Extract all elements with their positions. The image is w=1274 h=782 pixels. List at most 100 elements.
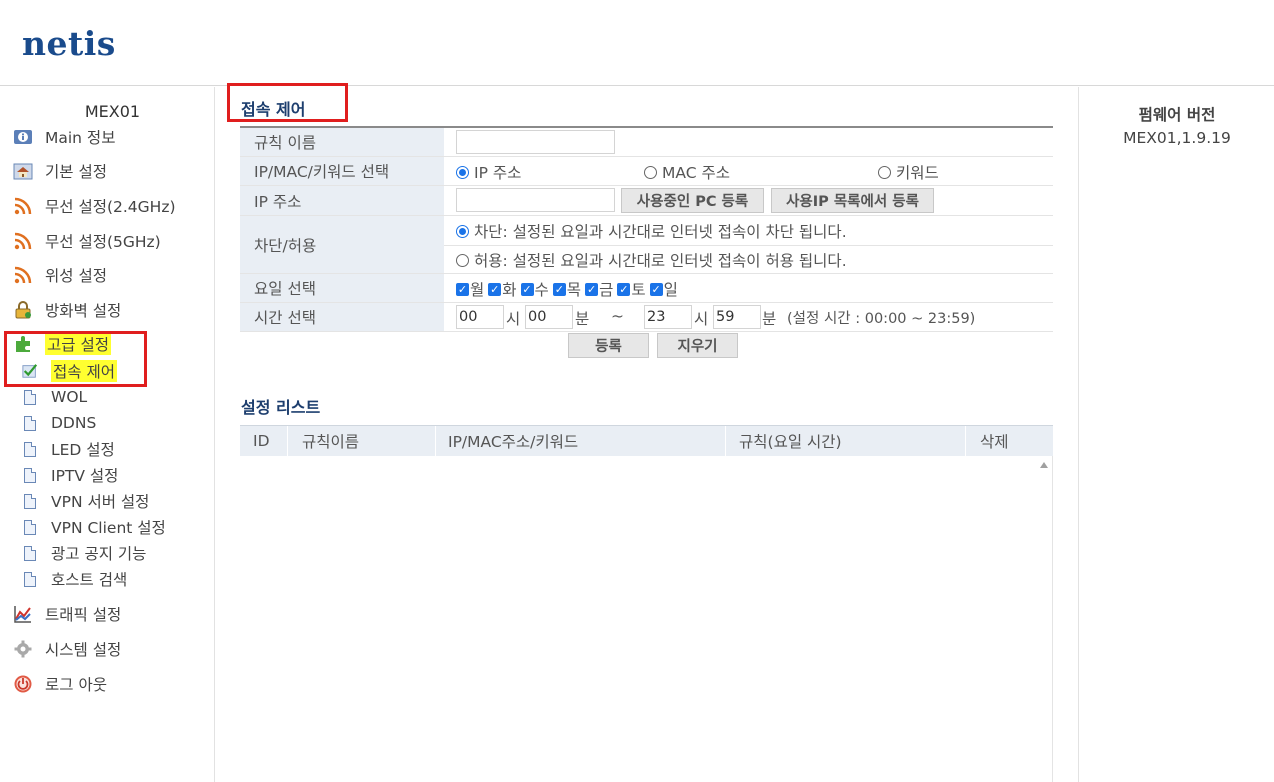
rule-name-input[interactable] xyxy=(456,130,615,154)
select-type-label: IP/MAC/키워드 선택 xyxy=(240,157,444,185)
power-icon xyxy=(12,673,34,695)
radio-keyword[interactable]: 키워드 xyxy=(878,161,939,183)
form-row-time: 시간 선택 00 시 00 분 ~ 23 시 59 분 (설정 시간 : 00:… xyxy=(240,303,1053,332)
sidebar-item-satellite[interactable]: 위성 설정 xyxy=(12,262,107,288)
radio-keyword-button[interactable] xyxy=(878,165,891,179)
sidebar-item-wireless-24[interactable]: 무선 설정(2.4GHz) xyxy=(12,193,176,219)
radio-block-button[interactable] xyxy=(456,224,469,238)
rule-name-label: 규칙 이름 xyxy=(240,128,444,156)
list-header: ID 규칙이름 IP/MAC주소/키워드 규칙(요일 시간) 삭제 xyxy=(240,425,1053,456)
wifi-icon xyxy=(12,264,34,286)
model-name: MEX01 xyxy=(84,102,141,121)
sidebar-item-label: 방화벽 설정 xyxy=(45,302,122,320)
day-checkbox-mon[interactable]: ✓ 월 xyxy=(456,278,484,300)
time-label: 시간 선택 xyxy=(240,303,444,331)
radio-ip-button[interactable] xyxy=(456,165,469,179)
register-current-pc-button[interactable]: 사용중인 PC 등록 xyxy=(621,188,764,213)
sidebar-item-label: 호스트 검색 xyxy=(51,571,128,589)
sidebar-item-system[interactable]: 시스템 설정 xyxy=(12,636,121,662)
chart-icon xyxy=(12,603,34,625)
ip-input[interactable] xyxy=(456,188,615,212)
form-row-days: 요일 선택 ✓ 월 ✓ 화 ✓ 수 ✓ 목 ✓ 금 ✓ 토 ✓ 일 xyxy=(240,274,1053,303)
sidebar-item-label: 광고 공지 기능 xyxy=(51,545,147,563)
col-rule-schedule: 규칙(요일 시간) xyxy=(726,426,966,456)
radio-mac-button[interactable] xyxy=(644,165,657,179)
radio-allow[interactable]: 허용: 설정된 요일과 시간대로 인터넷 접속이 허용 됩니다. xyxy=(456,249,847,271)
sidebar-subitem-host-search[interactable]: 호스트 검색 xyxy=(22,568,127,590)
sidebar-item-label: LED 설정 xyxy=(51,441,115,459)
start-hour-unit: 시 xyxy=(506,310,521,328)
day-checkbox-wed[interactable]: ✓ 수 xyxy=(520,278,549,300)
end-min-unit: 분 xyxy=(762,310,777,328)
start-hour-input[interactable]: 00 xyxy=(456,305,504,329)
sidebar-subitem-ddns[interactable]: DDNS xyxy=(22,412,96,434)
sidebar-item-label: 무선 설정(2.4GHz) xyxy=(45,198,176,216)
col-rule-name: 규칙이름 xyxy=(288,426,436,456)
register-from-list-button[interactable]: 사용IP 목록에서 등록 xyxy=(771,188,934,213)
document-icon xyxy=(22,414,38,432)
sidebar-item-label: WOL xyxy=(51,388,88,406)
sidebar-subitem-vpn-server[interactable]: VPN 서버 설정 xyxy=(22,490,149,512)
sidebar-item-label: Main 정보 xyxy=(45,129,116,147)
document-icon xyxy=(22,388,38,406)
sidebar-item-basic-settings[interactable]: 기본 설정 xyxy=(12,158,107,184)
sidebar-item-label: 무선 설정(5GHz) xyxy=(45,233,161,251)
sidebar-subitem-led[interactable]: LED 설정 xyxy=(22,438,115,460)
header: netis xyxy=(0,0,1274,86)
sidebar-subitem-ad-notice[interactable]: 광고 공지 기능 xyxy=(22,542,146,564)
firmware-title: 펌웨어 버전 xyxy=(1138,106,1216,124)
document-icon xyxy=(22,544,38,562)
document-icon xyxy=(22,440,38,458)
radio-keyword-label: 키워드 xyxy=(896,164,939,182)
radio-block[interactable]: 차단: 설정된 요일과 시간대로 인터넷 접속이 차단 됩니다. xyxy=(456,220,847,242)
col-id: ID xyxy=(240,426,288,456)
radio-allow-label: 허용: 설정된 요일과 시간대로 인터넷 접속이 허용 됩니다. xyxy=(474,252,847,270)
end-hour-unit: 시 xyxy=(694,310,709,328)
col-ip-mac-keyword: IP/MAC주소/키워드 xyxy=(436,426,726,456)
sidebar-item-main-info[interactable]: Main 정보 xyxy=(12,124,115,150)
sidebar-subitem-vpn-client[interactable]: VPN Client 설정 xyxy=(22,516,166,538)
radio-allow-button[interactable] xyxy=(456,253,469,267)
time-range-note: (설정 시간 : 00:00 ~ 23:59) xyxy=(787,311,976,327)
list-title: 설정 리스트 xyxy=(241,398,321,417)
radio-mac[interactable]: MAC 주소 xyxy=(644,161,730,183)
end-min-input[interactable]: 59 xyxy=(713,305,761,329)
lock-icon xyxy=(12,299,34,321)
radio-ip[interactable]: IP 주소 xyxy=(456,161,521,183)
sidebar-item-logout[interactable]: 로그 아웃 xyxy=(12,671,107,697)
document-icon xyxy=(22,466,38,484)
sidebar-item-traffic[interactable]: 트래픽 설정 xyxy=(12,601,121,627)
firmware-version: MEX01,1.9.19 xyxy=(1123,129,1231,147)
day-checkbox-fri[interactable]: ✓ 금 xyxy=(585,278,613,300)
sidebar-item-label: IPTV 설정 xyxy=(51,467,119,485)
gear-icon xyxy=(12,638,34,660)
wifi-icon xyxy=(12,195,34,217)
day-checkbox-sun[interactable]: ✓ 일 xyxy=(649,278,678,300)
end-hour-input[interactable]: 23 xyxy=(644,305,692,329)
form-row-policy: 차단/허용 차단: 설정된 요일과 시간대로 인터넷 접속이 차단 됩니다. 허… xyxy=(240,216,1053,274)
document-icon xyxy=(22,518,38,536)
add-rule-button[interactable]: 등록 xyxy=(568,333,649,358)
day-checkbox-sat[interactable]: ✓ 토 xyxy=(617,278,646,300)
radio-mac-label: MAC 주소 xyxy=(662,164,730,182)
sidebar-item-wireless-5[interactable]: 무선 설정(5GHz) xyxy=(12,228,161,254)
day-checkbox-thu[interactable]: ✓ 목 xyxy=(552,278,581,300)
start-min-input[interactable]: 00 xyxy=(525,305,573,329)
sidebar-subitem-iptv[interactable]: IPTV 설정 xyxy=(22,464,118,486)
day-checkbox-tue[interactable]: ✓ 화 xyxy=(488,278,517,300)
time-tilde: ~ xyxy=(611,307,624,325)
document-icon xyxy=(22,492,38,510)
radio-ip-label: IP 주소 xyxy=(474,164,522,182)
info-icon xyxy=(12,126,34,148)
sidebar-item-firewall[interactable]: 방화벽 설정 xyxy=(12,297,121,323)
firmware-pane: 펌웨어 버전 MEX01,1.9.19 xyxy=(1078,87,1274,782)
scroll-up-arrow-icon[interactable] xyxy=(1040,462,1048,468)
document-icon xyxy=(22,570,38,588)
wifi-icon xyxy=(12,230,34,252)
policy-divider xyxy=(444,245,1053,246)
radio-block-label: 차단: 설정된 요일과 시간대로 인터넷 접속이 차단 됩니다. xyxy=(474,223,847,241)
sidebar-subitem-wol[interactable]: WOL xyxy=(22,386,87,408)
clear-button[interactable]: 지우기 xyxy=(657,333,738,358)
netis-logo[interactable]: netis xyxy=(22,24,116,63)
sidebar-item-label: VPN 서버 설정 xyxy=(51,493,150,511)
